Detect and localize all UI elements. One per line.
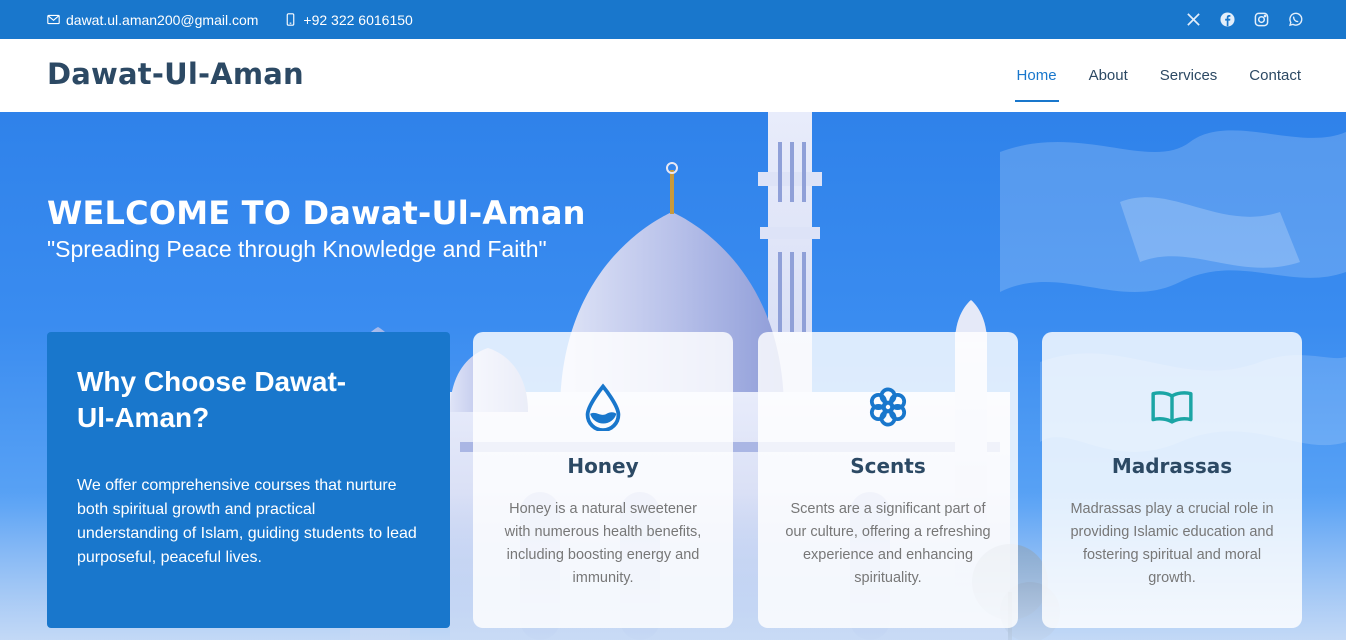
book-icon: [1151, 391, 1193, 424]
card-title: Madrassas: [1111, 454, 1233, 478]
card-text: Scents are a significant part of our cul…: [785, 501, 991, 586]
card-icon-wrap: [473, 382, 733, 432]
instagram-icon[interactable]: [1254, 12, 1269, 27]
facebook-icon[interactable]: [1220, 12, 1235, 27]
card-text: Madrassas play a crucial role in providi…: [1070, 501, 1274, 586]
phone-contact[interactable]: +92 322 6016150: [284, 11, 413, 28]
main-nav: Home About Services Contact: [1014, 39, 1301, 112]
x-twitter-icon[interactable]: [1186, 12, 1201, 27]
nav-home[interactable]: Home: [1014, 61, 1059, 102]
why-choose-text: We offer comprehensive courses that nurt…: [77, 477, 417, 566]
why-choose-title: Why Choose Dawat-Ul-Aman?: [77, 366, 347, 433]
contact-info: dawat.ul.aman200@gmail.com +92 322 60161…: [47, 0, 413, 39]
card-title: Scents: [850, 454, 926, 478]
card-icon-wrap: [1042, 382, 1302, 432]
card-icon-wrap: [758, 382, 1018, 432]
phone-text: +92 322 6016150: [303, 11, 413, 28]
hero-section: WELCOME TO Dawat-Ul-Aman "Spreading Peac…: [0, 112, 1346, 640]
flower-icon: [869, 387, 907, 427]
service-card-madrassas[interactable]: Madrassas Madrassas play a crucial role …: [1042, 332, 1302, 628]
email-contact[interactable]: dawat.ul.aman200@gmail.com: [47, 12, 258, 28]
service-card-scents[interactable]: Scents Scents are a significant part of …: [758, 332, 1018, 628]
hero-tagline: "Spreading Peace through Knowledge and F…: [47, 236, 547, 262]
nav-services[interactable]: Services: [1160, 61, 1218, 90]
email-text: dawat.ul.aman200@gmail.com: [66, 11, 259, 28]
card-text: Honey is a natural sweetener with numero…: [504, 501, 702, 586]
top-bar: dawat.ul.aman200@gmail.com +92 322 60161…: [0, 0, 1346, 39]
card-title: Honey: [567, 454, 639, 478]
social-links: [1186, 0, 1303, 39]
whatsapp-icon[interactable]: [1288, 12, 1303, 27]
phone-icon: [287, 13, 295, 26]
envelope-icon: [47, 14, 60, 25]
nav-about[interactable]: About: [1089, 61, 1128, 90]
site-header: Dawat-Ul-Aman Home About Services Contac…: [0, 39, 1346, 112]
service-card-honey[interactable]: Honey Honey is a natural sweetener with …: [473, 332, 733, 628]
hero-title: WELCOME TO Dawat-Ul-Aman: [47, 194, 586, 232]
site-logo[interactable]: Dawat-Ul-Aman: [47, 57, 304, 91]
nav-contact[interactable]: Contact: [1249, 61, 1301, 90]
why-choose-box: Why Choose Dawat-Ul-Aman? We offer compr…: [47, 332, 450, 628]
droplet-icon: [585, 383, 621, 431]
